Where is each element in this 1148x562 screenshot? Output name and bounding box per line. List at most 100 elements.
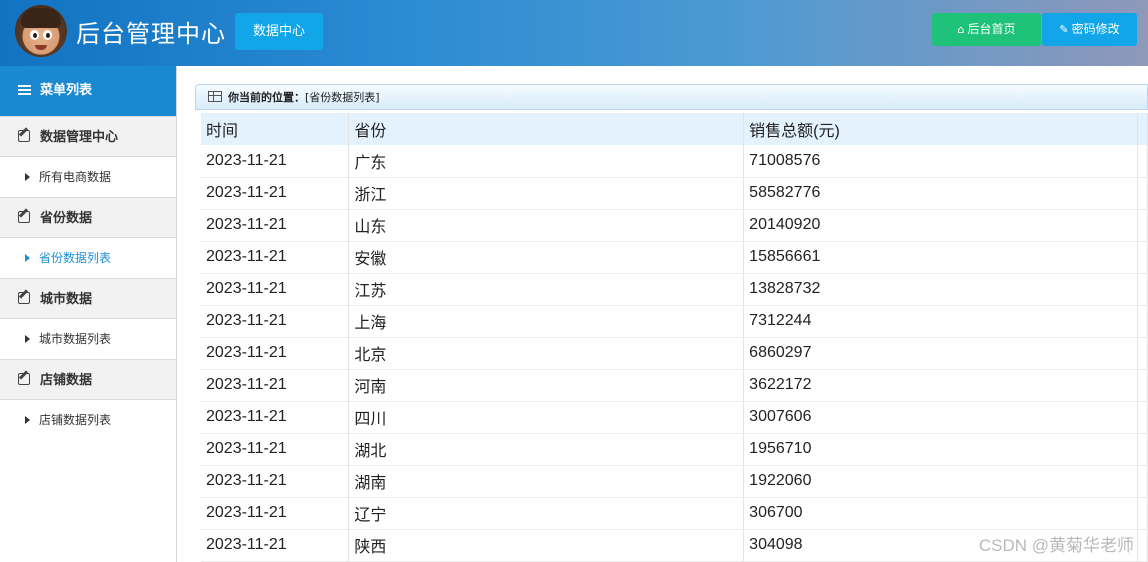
sidebar-group-shop-data[interactable]: 店铺数据 [0, 359, 176, 400]
table-row: 2023-11-21 河南 3622172 [201, 369, 1148, 402]
cell-sales-total: 1922060 [743, 465, 1138, 498]
sidebar-group-data-management[interactable]: 数据管理中心 [0, 116, 176, 157]
cell-time: 2023-11-21 [201, 241, 350, 274]
cell-extra [1137, 401, 1148, 434]
menu-header: 菜单列表 [0, 66, 176, 116]
cell-extra [1137, 177, 1148, 210]
app-title: 后台管理中心 [76, 20, 226, 48]
sidebar-item-city-list[interactable]: 城市数据列表 [0, 319, 176, 359]
cell-province: 北京 [348, 337, 745, 370]
home-button-label: 后台首页 [967, 22, 1016, 36]
caret-right-icon [25, 335, 30, 343]
cell-sales-total: 7312244 [743, 305, 1138, 338]
cell-time: 2023-11-21 [201, 369, 350, 402]
caret-right-icon [25, 173, 30, 181]
edit-icon [18, 292, 30, 304]
column-header-time: 时间 [201, 113, 350, 145]
breadcrumb: 你当前的位置：[省份数据列表] [195, 84, 1148, 110]
breadcrumb-prefix: 你当前的位置： [228, 91, 305, 104]
caret-right-icon [25, 416, 30, 424]
column-header-province: 省份 [348, 113, 745, 145]
province-sales-table: 时间 省份 销售总额(元) 2023-11-21 广东 71008576 2023-1… [201, 113, 1148, 562]
cell-sales-total: 71008576 [743, 145, 1138, 178]
table-row: 2023-11-21 浙江 58582776 [201, 177, 1148, 210]
cell-province: 湖南 [348, 465, 745, 498]
avatar-logo [15, 5, 67, 57]
sidebar-item-shop-list[interactable]: 店铺数据列表 [0, 400, 176, 440]
cell-time: 2023-11-21 [201, 337, 350, 370]
list-icon [18, 85, 31, 95]
cell-province: 陕西 [348, 529, 745, 562]
cell-extra [1137, 209, 1148, 242]
table-row: 2023-11-21 山东 20140920 [201, 209, 1148, 242]
cell-province: 广东 [348, 145, 745, 178]
home-button[interactable]: ⌂ 后台首页 [932, 13, 1041, 46]
cell-sales-total: 15856661 [743, 241, 1138, 274]
cell-time: 2023-11-21 [201, 145, 350, 178]
cell-time: 2023-11-21 [201, 529, 350, 562]
watermark: CSDN @黄菊华老师 [978, 536, 1134, 555]
sidebar-item-label: 省份数据列表 [39, 251, 112, 265]
cell-sales-total: 3007606 [743, 401, 1138, 434]
column-header-sales-total: 销售总额(元) [743, 113, 1138, 145]
table-icon [208, 91, 222, 102]
cell-time: 2023-11-21 [201, 497, 350, 530]
cell-extra [1137, 241, 1148, 274]
caret-right-icon [25, 254, 30, 262]
edit-icon [18, 373, 30, 385]
sidebar-item-label: 城市数据列表 [39, 332, 112, 346]
cell-extra [1137, 433, 1148, 466]
top-header: 后台管理中心 数据中心 ⌂ 后台首页 ✎ 密码修改 [0, 0, 1148, 66]
change-password-button[interactable]: ✎ 密码修改 [1042, 13, 1137, 46]
cell-extra [1137, 529, 1148, 562]
table-row: 2023-11-21 湖南 1922060 [201, 465, 1148, 498]
cell-time: 2023-11-21 [201, 433, 350, 466]
table-row: 2023-11-21 北京 6860297 [201, 337, 1148, 370]
cell-time: 2023-11-21 [201, 177, 350, 210]
cell-time: 2023-11-21 [201, 209, 350, 242]
cell-sales-total: 1956710 [743, 433, 1138, 466]
cell-province: 安徽 [348, 241, 745, 274]
cell-sales-total: 3622172 [743, 369, 1138, 402]
cell-province: 浙江 [348, 177, 745, 210]
cell-sales-total: 13828732 [743, 273, 1138, 306]
cell-extra [1137, 497, 1148, 530]
cell-extra [1137, 145, 1148, 178]
sidebar-group-label: 数据管理中心 [40, 130, 119, 145]
cell-time: 2023-11-21 [201, 273, 350, 306]
cell-extra [1137, 465, 1148, 498]
sidebar-group-city-data[interactable]: 城市数据 [0, 278, 176, 319]
cell-time: 2023-11-21 [201, 401, 350, 434]
cell-time: 2023-11-21 [201, 305, 350, 338]
cell-sales-total: 306700 [743, 497, 1138, 530]
cell-extra [1137, 369, 1148, 402]
table-row: 2023-11-21 广东 71008576 [201, 145, 1148, 178]
sidebar-item-label: 所有电商数据 [39, 170, 112, 184]
cell-extra [1137, 337, 1148, 370]
table-header-row: 时间 省份 销售总额(元) [201, 113, 1148, 145]
table-row: 2023-11-21 辽宁 306700 [201, 497, 1148, 530]
home-icon: ⌂ [957, 23, 965, 36]
edit-icon [18, 211, 30, 223]
change-password-label: 密码修改 [1071, 22, 1120, 36]
sidebar-group-label: 城市数据 [40, 292, 93, 307]
table-row: 2023-11-21 上海 7312244 [201, 305, 1148, 338]
sidebar-group-province-data[interactable]: 省份数据 [0, 197, 176, 238]
wrench-icon: ✎ [1059, 23, 1069, 36]
cell-province: 上海 [348, 305, 745, 338]
cell-sales-total: 58582776 [743, 177, 1138, 210]
breadcrumb-location: [省份数据列表] [305, 91, 380, 104]
cell-province: 辽宁 [348, 497, 745, 530]
table-row: 2023-11-21 四川 3007606 [201, 401, 1148, 434]
cell-province: 湖北 [348, 433, 745, 466]
table-row: 2023-11-21 湖北 1956710 [201, 433, 1148, 466]
cell-extra [1137, 305, 1148, 338]
menu-title: 菜单列表 [40, 83, 93, 98]
sidebar-item-province-list[interactable]: 省份数据列表 [0, 238, 176, 278]
sidebar-item-label: 店铺数据列表 [39, 413, 112, 427]
cell-province: 江苏 [348, 273, 745, 306]
data-center-button[interactable]: 数据中心 [235, 13, 323, 50]
table-row: 2023-11-21 江苏 13828732 [201, 273, 1148, 306]
cell-sales-total: 6860297 [743, 337, 1138, 370]
sidebar-item-all-ecommerce-data[interactable]: 所有电商数据 [0, 157, 176, 197]
